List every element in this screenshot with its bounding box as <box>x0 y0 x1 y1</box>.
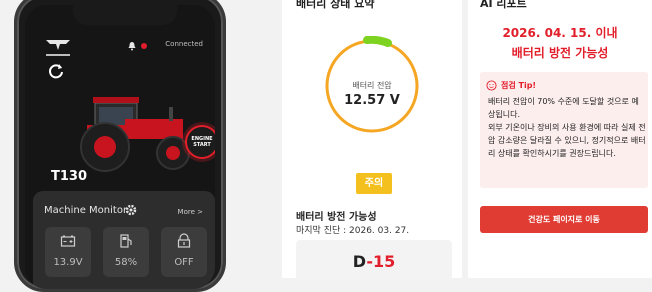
tractor-image <box>80 97 190 172</box>
battery-summary-title: 배터리 상태 요약 <box>296 0 375 10</box>
smile-icon <box>486 80 497 91</box>
tractor-model: T130 <box>51 169 88 184</box>
phone-notch <box>73 5 177 25</box>
gear-icon[interactable] <box>125 204 137 216</box>
health-page-button[interactable]: 건강도 페이지로 이동 <box>480 206 648 233</box>
machine-monitor-title: Machine Monitor <box>44 205 128 216</box>
gauge-label: 배터리 전압 <box>352 81 392 90</box>
ai-report-title: AI 리포트 <box>480 0 527 10</box>
last-diagnosis: 마지막 진단 : 2026. 03. 27. <box>296 226 410 236</box>
refresh-icon[interactable] <box>47 62 65 80</box>
ai-report-panel: AI 리포트 2026. 04. 15. 이내 배터리 방전 가능성 점검 Ti… <box>468 0 652 278</box>
fuel-value: 58% <box>114 257 138 268</box>
dday-dash: - <box>366 252 373 271</box>
lock-icon <box>177 233 191 248</box>
machine-monitor-card: Machine Monitor More > 13.9V 58% OFF <box>33 191 215 289</box>
app-topbar: Connected <box>39 37 203 57</box>
connection-status: Connected <box>165 40 203 48</box>
engine-start-button[interactable]: ENGINE START <box>185 125 215 159</box>
brand-logo-icon <box>46 40 70 56</box>
phone-screen: Connected ENGINE START T130 Machine Moni… <box>25 5 215 289</box>
fuel-tile[interactable]: 58% <box>103 227 149 277</box>
lock-value: OFF <box>174 257 194 268</box>
engine-start-label-2: START <box>193 142 211 148</box>
battery-tile[interactable]: 13.9V <box>45 227 91 277</box>
tip-title: 점검 Tip! <box>501 81 537 90</box>
dday-number: 15 <box>372 252 396 271</box>
more-link[interactable]: More > <box>178 208 203 216</box>
dday-box: D-15 <box>296 240 452 280</box>
gauge-value: 12.57 V <box>344 93 400 108</box>
discharge-title: 배터리 방전 가능성 <box>296 212 377 223</box>
status-badge: 주의 <box>356 173 392 194</box>
phone-mockup: Connected ENGINE START T130 Machine Moni… <box>14 0 226 292</box>
lock-tile[interactable]: OFF <box>161 227 207 277</box>
tip-box: 점검 Tip! 배터리 전압이 70% 수준에 도달할 것으로 예상됩니다. 외… <box>480 72 648 188</box>
tip-body: 배터리 전압이 70% 수준에 도달할 것으로 예상됩니다. 외부 기온이나 장… <box>488 97 646 158</box>
battery-icon <box>60 235 76 247</box>
fuel-icon <box>120 234 132 248</box>
ai-report-subtitle: 배터리 방전 가능성 <box>511 46 609 60</box>
bell-icon[interactable] <box>127 41 137 51</box>
dday: D-15 <box>296 252 452 271</box>
ai-report-date: 2026. 04. 15. 이내 <box>502 26 618 40</box>
connection-status-dot <box>141 43 147 49</box>
battery-summary-panel: 배터리 상태 요약 배터리 전압 12.57 V 주의 배터리 방전 가능성 마… <box>282 0 462 280</box>
dday-prefix: D <box>352 252 367 271</box>
battery-value: 13.9V <box>53 257 83 268</box>
